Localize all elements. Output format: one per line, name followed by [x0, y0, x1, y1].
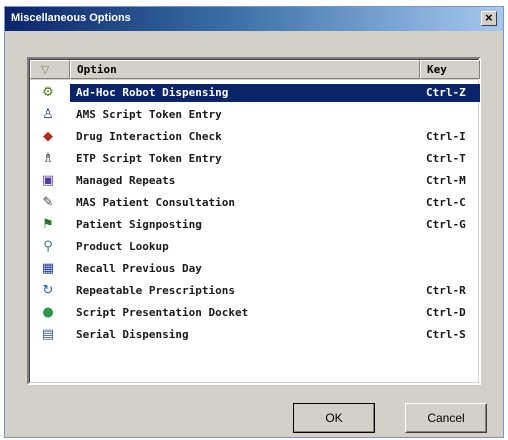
- list-item[interactable]: ↻ Repeatable Prescriptions Ctrl-R: [30, 280, 478, 302]
- cancel-button-label: Cancel: [427, 411, 465, 425]
- close-button[interactable]: ×: [481, 10, 497, 26]
- option-label: MAS Patient Consultation: [76, 196, 235, 209]
- list-item[interactable]: ✎ MAS Patient Consultation Ctrl-C: [30, 192, 478, 214]
- filter-column-header[interactable]: ▽: [30, 60, 70, 79]
- docket-icon: ●: [42, 305, 54, 320]
- option-label: Recall Previous Day: [76, 262, 202, 275]
- shortcut-key: Ctrl-Z: [420, 84, 480, 102]
- shortcut-key: Ctrl-I: [426, 130, 466, 143]
- ok-button[interactable]: OK: [293, 403, 375, 433]
- list-rows: ⚙ Ad-Hoc Robot Dispensing Ctrl-Z ♙ AMS Scrip…: [30, 82, 480, 346]
- calendar-icon: ▦: [41, 261, 55, 276]
- key-column-header[interactable]: Key: [420, 60, 480, 79]
- title-bar[interactable]: Miscellaneous Options ×: [5, 7, 503, 31]
- shortcut-key: Ctrl-M: [426, 174, 466, 187]
- shortcut-key: [420, 260, 480, 278]
- shortcut-key: Ctrl-T: [426, 152, 466, 165]
- list-item[interactable]: ♙ AMS Script Token Entry: [30, 104, 478, 126]
- list-item[interactable]: ▣ Managed Repeats Ctrl-M: [30, 170, 478, 192]
- option-label: Repeatable Prescriptions: [76, 284, 235, 297]
- etp-token-icon: ♗: [42, 151, 54, 166]
- option-label: Patient Signposting: [76, 218, 202, 231]
- option-label: Ad-Hoc Robot Dispensing: [70, 84, 420, 102]
- shortcut-key: Ctrl-S: [426, 328, 466, 341]
- list-item[interactable]: ▤ Serial Dispensing Ctrl-S: [30, 324, 478, 346]
- close-icon: ×: [485, 10, 493, 25]
- option-label: AMS Script Token Entry: [76, 108, 222, 121]
- consultation-icon: ✎: [42, 195, 54, 210]
- drug-interaction-icon: ◆: [43, 129, 53, 144]
- option-label: Script Presentation Docket: [76, 306, 249, 319]
- option-label: ETP Script Token Entry: [76, 152, 222, 165]
- option-label: Managed Repeats: [76, 174, 176, 187]
- serial-icon: ▤: [41, 327, 55, 342]
- options-dialog: Miscellaneous Options × ▽ Option Key ⚙ Ad…: [4, 6, 504, 438]
- shortcut-key: Ctrl-G: [426, 218, 466, 231]
- list-item[interactable]: ● Script Presentation Docket Ctrl-D: [30, 302, 478, 324]
- option-label: Serial Dispensing: [76, 328, 189, 341]
- option-label: Product Lookup: [76, 240, 169, 253]
- list-item[interactable]: ⚑ Patient Signposting Ctrl-G: [30, 214, 478, 236]
- shortcut-key: [420, 106, 480, 124]
- list-item[interactable]: ◆ Drug Interaction Check Ctrl-I: [30, 126, 478, 148]
- window-title: Miscellaneous Options: [11, 12, 131, 24]
- list-item[interactable]: ⚲ Product Lookup: [30, 236, 478, 258]
- list-item[interactable]: ⚙ Ad-Hoc Robot Dispensing Ctrl-Z: [30, 82, 480, 104]
- options-list[interactable]: ▽ Option Key ⚙ Ad-Hoc Robot Dispensing Ctr…: [27, 57, 481, 385]
- lookup-icon: ⚲: [43, 239, 53, 254]
- robot-icon: ⚙: [42, 85, 54, 100]
- people-icon: ♙: [42, 107, 54, 122]
- list-header: ▽ Option Key: [30, 60, 480, 80]
- filter-icon: ▽: [41, 63, 50, 76]
- ok-button-label: OK: [325, 411, 343, 425]
- signpost-icon: ⚑: [42, 217, 54, 232]
- list-item[interactable]: ♗ ETP Script Token Entry Ctrl-T: [30, 148, 478, 170]
- shortcut-key: Ctrl-R: [426, 284, 466, 297]
- list-item[interactable]: ▦ Recall Previous Day: [30, 258, 478, 280]
- shortcut-key: Ctrl-D: [426, 306, 466, 319]
- shortcut-key: [420, 238, 480, 256]
- repeats-icon: ▣: [41, 173, 55, 188]
- refresh-icon: ↻: [42, 283, 54, 298]
- cancel-button[interactable]: Cancel: [405, 403, 487, 433]
- option-label: Drug Interaction Check: [76, 130, 222, 143]
- option-column-header[interactable]: Option: [70, 60, 420, 79]
- shortcut-key: Ctrl-C: [426, 196, 466, 209]
